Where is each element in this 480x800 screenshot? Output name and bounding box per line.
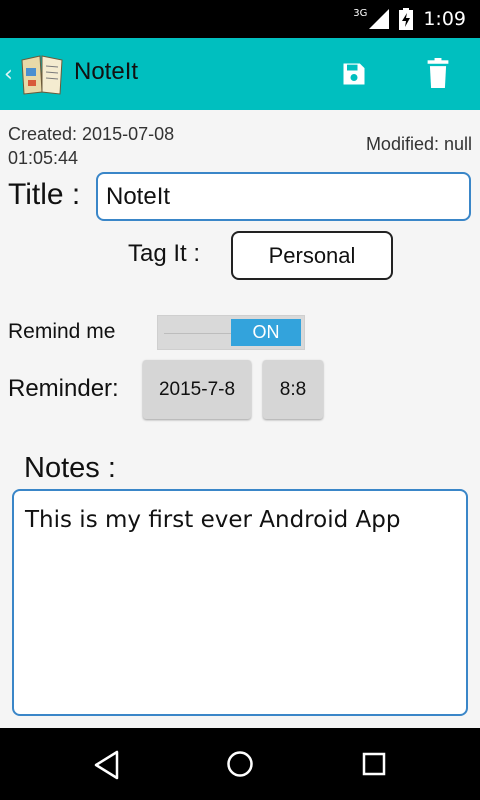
- delete-icon[interactable]: [424, 58, 452, 88]
- app-title: NoteIt: [74, 58, 139, 85]
- remind-me-label: Remind me: [8, 320, 116, 343]
- remind-me-toggle[interactable]: ON: [157, 315, 305, 350]
- tag-select[interactable]: Personal: [231, 231, 393, 280]
- back-chevron-icon[interactable]: ‹: [4, 62, 13, 87]
- back-triangle-icon[interactable]: [93, 750, 121, 780]
- network-type: 3G: [353, 7, 368, 19]
- reminder-date-button[interactable]: 2015-7-8: [143, 360, 251, 419]
- save-icon[interactable]: [340, 60, 368, 88]
- tag-label: Tag It :: [128, 240, 201, 267]
- notes-label: Notes :: [24, 452, 116, 484]
- modified-timestamp: Modified: null: [365, 134, 472, 154]
- battery-charging-icon: [399, 8, 414, 30]
- recents-square-icon[interactable]: [362, 752, 386, 776]
- action-bar: ‹ NoteIt: [0, 38, 480, 110]
- navigation-bar: [0, 728, 480, 800]
- toggle-track: [164, 333, 234, 334]
- signal-icon: [369, 9, 390, 29]
- reminder-time-button[interactable]: 8:8: [263, 360, 323, 419]
- status-time: 1:09: [423, 8, 466, 30]
- toggle-thumb-on: ON: [231, 319, 301, 346]
- notebook-app-icon[interactable]: [18, 52, 66, 96]
- title-input[interactable]: NoteIt: [96, 172, 471, 221]
- home-circle-icon[interactable]: [226, 750, 254, 778]
- title-label: Title :: [8, 178, 81, 211]
- notes-textarea[interactable]: This is my first ever Android App: [12, 489, 468, 716]
- created-timestamp: Created: 2015-07-08 01:05:44: [8, 124, 175, 168]
- reminder-label: Reminder:: [8, 375, 119, 402]
- status-bar: 3G 1:09: [0, 0, 480, 38]
